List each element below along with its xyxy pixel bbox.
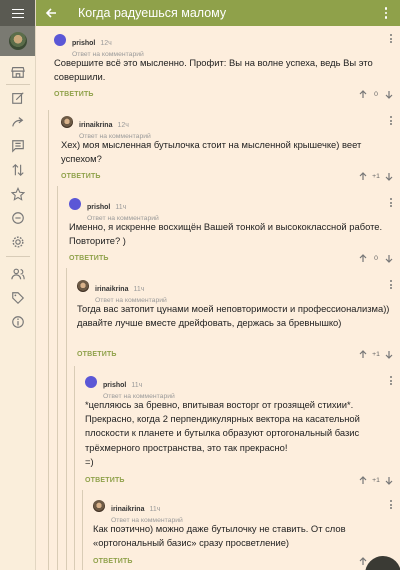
reply-to-link[interactable]: Ответ на комментарий: [103, 393, 175, 400]
comment-author[interactable]: prishol: [87, 204, 110, 211]
thread-line: [57, 186, 58, 570]
star-icon[interactable]: [10, 186, 26, 202]
more-options-icon[interactable]: [378, 0, 394, 26]
reply-button[interactable]: ОТВЕТИТЬ: [85, 477, 125, 484]
reply-button[interactable]: ОТВЕТИТЬ: [69, 255, 109, 262]
comment-author[interactable]: prishol: [72, 40, 95, 47]
sidebar: [0, 0, 36, 570]
comment: prishol 11ч Ответ на комментарий Именно, …: [69, 196, 394, 266]
vote-count: +1: [372, 172, 380, 180]
comment: prishol 12ч Ответ на комментарий Совершит…: [54, 32, 394, 102]
comment-text: Как поэтично) можно даже бутылочку не ст…: [93, 523, 346, 549]
comment-text: Хех) моя мысленная бутылочка стоит на мы…: [61, 139, 362, 165]
edit-icon[interactable]: [10, 90, 26, 106]
comment: irinaikrina 12ч Ответ на комментарий Хех)…: [61, 114, 394, 184]
upvote-icon[interactable]: [358, 89, 368, 99]
vote-count: +1: [372, 350, 380, 358]
comment-time: 11ч: [149, 506, 161, 513]
comment-text-line: =): [85, 455, 94, 467]
hamburger-icon: [11, 8, 24, 19]
comment: irinaikrina 11ч Ответ на комментарий Тогд…: [77, 278, 394, 362]
avatar[interactable]: [61, 116, 73, 128]
comment: prishol 11ч Ответ на комментарий *цепляюс…: [85, 374, 394, 486]
comment-time: 11ч: [131, 382, 143, 389]
comment-author[interactable]: prishol: [103, 382, 126, 389]
subscriptions-icon[interactable]: [10, 266, 26, 282]
avatar[interactable]: [93, 500, 105, 512]
comments-icon[interactable]: [10, 138, 26, 154]
comment-time: 11ч: [133, 286, 145, 293]
comment-author[interactable]: irinaikrina: [111, 506, 144, 513]
reply-button[interactable]: ОТВЕТИТЬ: [54, 91, 94, 98]
vote-count: 0: [374, 90, 378, 98]
comment-text: Именно, я искренне восхищён Вашей тонкой…: [69, 221, 383, 247]
comment-more-icon[interactable]: [388, 198, 394, 210]
comment-more-icon[interactable]: [388, 500, 394, 512]
avatar[interactable]: [85, 376, 97, 388]
downvote-icon[interactable]: [384, 253, 394, 263]
top-bar: Когда радуешься малому: [36, 0, 400, 26]
comment-time: 12ч: [100, 40, 112, 47]
upvote-icon[interactable]: [358, 475, 368, 485]
avatar[interactable]: [69, 198, 81, 210]
reply-to-link[interactable]: Ответ на комментарий: [72, 51, 144, 58]
comment-text: *цепляюсь за бревно, впитывая восторг от…: [85, 398, 394, 469]
comment-more-icon[interactable]: [388, 280, 394, 292]
avatar: [8, 32, 27, 50]
thread-line: [74, 366, 75, 570]
store-icon[interactable]: [10, 64, 26, 80]
reply-to-link[interactable]: Ответ на комментарий: [111, 517, 183, 524]
share-icon[interactable]: [10, 114, 26, 130]
upvote-icon[interactable]: [358, 349, 368, 359]
thread-line: [66, 268, 67, 570]
reply-to-link[interactable]: Ответ на комментарий: [95, 297, 167, 304]
comment-text: Совершите всё это мысленно. Профит: Вы н…: [54, 57, 373, 83]
comment-text-line: Прекрасно, когда 2 перпендикулярных вект…: [85, 413, 360, 453]
comment-author[interactable]: irinaikrina: [79, 122, 112, 129]
page-title: Когда радуешься малому: [78, 6, 227, 20]
reply-to-link[interactable]: Ответ на комментарий: [87, 215, 159, 222]
thread-line: [82, 490, 83, 570]
avatar[interactable]: [77, 280, 89, 292]
back-arrow-icon: [45, 8, 56, 18]
downvote-icon[interactable]: [384, 89, 394, 99]
downvote-icon[interactable]: [384, 349, 394, 359]
comment-more-icon[interactable]: [388, 34, 394, 46]
upvote-icon[interactable]: [358, 171, 368, 181]
reply-to-link[interactable]: Ответ на комментарий: [79, 133, 151, 140]
back-button[interactable]: [36, 0, 66, 26]
upvote-icon[interactable]: [358, 253, 368, 263]
downvote-icon[interactable]: [384, 171, 394, 181]
vote-count: 0: [374, 254, 378, 262]
reply-button[interactable]: ОТВЕТИТЬ: [61, 173, 101, 180]
thread-line: [48, 110, 49, 570]
minus-circle-icon[interactable]: [10, 210, 26, 226]
comment-text: Тогда вас затопит цунами моей неповторим…: [77, 303, 390, 329]
sort-icon[interactable]: [10, 162, 26, 178]
reply-button[interactable]: ОТВЕТИТЬ: [77, 351, 117, 358]
comment-time: 11ч: [115, 204, 127, 211]
comment: irinaikrina 11ч Ответ на комментарий Как …: [93, 498, 394, 570]
vote-count: +1: [372, 476, 380, 484]
reply-button[interactable]: ОТВЕТИТЬ: [93, 558, 133, 565]
tag-icon[interactable]: [10, 290, 26, 306]
profile-button[interactable]: [0, 26, 35, 56]
downvote-icon[interactable]: [384, 475, 394, 485]
avatar[interactable]: [54, 34, 66, 46]
comment-text-line: *цепляюсь за бревно, впитывая восторг от…: [85, 399, 354, 410]
comment-time: 12ч: [117, 122, 129, 129]
comment-more-icon[interactable]: [388, 116, 394, 128]
info-icon[interactable]: [10, 314, 26, 330]
menu-button[interactable]: [0, 0, 35, 26]
comment-author[interactable]: irinaikrina: [95, 286, 128, 293]
settings-icon[interactable]: [10, 234, 26, 250]
comment-more-icon[interactable]: [388, 376, 394, 388]
